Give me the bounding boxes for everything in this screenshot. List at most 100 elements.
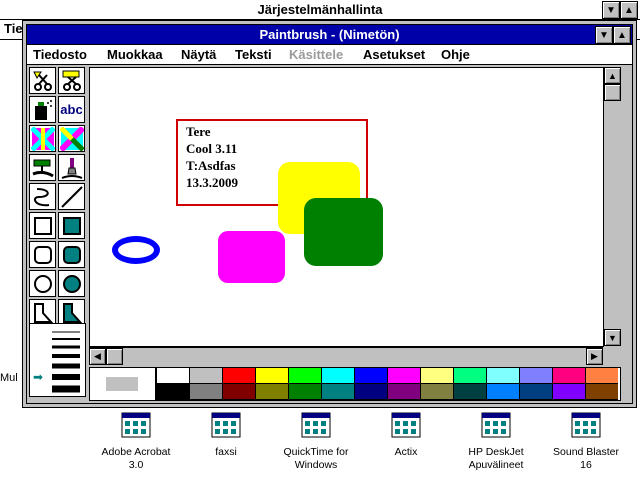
- scroll-right-button[interactable]: ▶: [586, 348, 603, 365]
- arrow-up-icon: ▲: [608, 70, 617, 81]
- color-swatch[interactable]: [321, 384, 354, 400]
- color-swatch[interactable]: [486, 384, 519, 400]
- scroll-left-button[interactable]: ◀: [89, 348, 106, 365]
- background-window-title-text: Järjestelmänhallinta: [257, 2, 383, 17]
- program-group-icon-actix[interactable]: Actix: [366, 412, 446, 459]
- foreground-background-sample: [106, 377, 138, 391]
- canvas-text: Tere Cool 3.11 T:Asdfas 13.3.2009: [186, 123, 238, 191]
- tool-circle[interactable]: [29, 270, 56, 297]
- tool-paint-roller[interactable]: [29, 154, 56, 181]
- color-swatch[interactable]: [585, 384, 618, 400]
- menu-tiedosto[interactable]: Tiedosto: [33, 46, 87, 64]
- tool-scissors[interactable]: [29, 67, 56, 94]
- program-group-icon-sound-blaster[interactable]: Sound Blaster 16: [546, 412, 626, 472]
- background-window-title: Järjestelmänhallinta: [0, 0, 640, 20]
- paintbrush-title-bar[interactable]: Paintbrush - (Nimetön): [27, 25, 632, 45]
- color-swatch[interactable]: [255, 384, 288, 400]
- horizontal-scrollbar[interactable]: ◀ ▶: [89, 347, 603, 365]
- color-swatch[interactable]: [420, 384, 453, 400]
- scroll-corner: [603, 347, 621, 365]
- tool-curve[interactable]: [29, 183, 56, 210]
- menu-asetukset[interactable]: Asetukset: [363, 46, 425, 64]
- drawing-canvas[interactable]: Tere Cool 3.11 T:Asdfas 13.3.2009: [89, 67, 621, 347]
- tool-filled-rounded-box[interactable]: [58, 241, 85, 268]
- color-swatch[interactable]: [552, 368, 585, 384]
- color-swatch[interactable]: [222, 384, 255, 400]
- color-swatch[interactable]: [486, 368, 519, 384]
- color-swatch[interactable]: [222, 368, 255, 384]
- color-swatch[interactable]: [519, 368, 552, 384]
- current-color-indicator: [90, 368, 156, 400]
- color-swatch[interactable]: [420, 368, 453, 384]
- color-swatch[interactable]: [453, 384, 486, 400]
- toolbox: abc: [29, 67, 86, 326]
- selected-width-arrow-icon: ➡: [33, 370, 44, 384]
- tool-filled-polygon[interactable]: [58, 299, 85, 326]
- icon-label: QuickTime for: [283, 446, 349, 458]
- line-width-options: [52, 331, 80, 393]
- color-swatch[interactable]: [387, 368, 420, 384]
- color-swatch[interactable]: [387, 384, 420, 400]
- magenta-rounded-rect: [218, 231, 285, 283]
- background-minimize-button[interactable]: ▼: [602, 1, 620, 19]
- program-group-icon: [211, 412, 241, 438]
- filled-rounded-box-icon: [62, 245, 81, 264]
- arrow-down-icon: ▼: [608, 332, 617, 343]
- color-swatch[interactable]: [552, 384, 585, 400]
- horizontal-scroll-thumb[interactable]: [106, 348, 123, 365]
- menu-ohje[interactable]: Ohje: [441, 46, 470, 64]
- arrow-left-icon: ◀: [94, 351, 101, 361]
- minimize-button[interactable]: ▼: [595, 26, 613, 44]
- program-group-icon-acrobat[interactable]: Adobe Acrobat 3.0: [96, 412, 176, 472]
- color-swatch[interactable]: [354, 368, 387, 384]
- menu-muokkaa[interactable]: Muokkaa: [107, 46, 163, 64]
- maximize-button[interactable]: ▲: [613, 26, 631, 44]
- tool-line[interactable]: [58, 183, 85, 210]
- color-swatch[interactable]: [519, 384, 552, 400]
- color-swatch[interactable]: [255, 368, 288, 384]
- color-swatch[interactable]: [288, 384, 321, 400]
- arrow-right-icon: ▶: [591, 351, 598, 361]
- background-maximize-button[interactable]: ▲: [620, 1, 638, 19]
- tool-filled-box[interactable]: [58, 212, 85, 239]
- icon-label: faxsi: [215, 446, 237, 458]
- menu-nayta[interactable]: Näytä: [181, 46, 216, 64]
- color-swatch[interactable]: [156, 384, 189, 400]
- tool-pick-scissors[interactable]: [58, 67, 85, 94]
- scroll-down-button[interactable]: ▼: [604, 329, 621, 346]
- color-swatch[interactable]: [321, 368, 354, 384]
- polygon-icon: [33, 302, 53, 323]
- background-menu-fragment[interactable]: Tie: [4, 20, 23, 38]
- program-group-icon-hp-deskjet[interactable]: HP DeskJet Apuvälineet: [456, 412, 536, 472]
- vertical-scrollbar[interactable]: ▲ ▼: [603, 67, 621, 347]
- color-swatch[interactable]: [354, 384, 387, 400]
- line-width-selector[interactable]: ➡: [29, 323, 86, 397]
- text-line-2: Cool 3.11: [186, 141, 238, 156]
- tool-rounded-box[interactable]: [29, 241, 56, 268]
- color-swatch[interactable]: [585, 368, 618, 384]
- tool-brush[interactable]: [58, 154, 85, 181]
- tool-box[interactable]: [29, 212, 56, 239]
- curve-icon: [33, 187, 49, 206]
- icon-label-line2: 3.0: [128, 459, 144, 471]
- program-group-icon-quicktime[interactable]: QuickTime for Windows: [276, 412, 356, 472]
- menu-teksti[interactable]: Teksti: [235, 46, 272, 64]
- tool-polygon[interactable]: [29, 299, 56, 326]
- color-swatch[interactable]: [189, 368, 222, 384]
- text-line-3: T:Asdfas: [186, 158, 236, 173]
- tool-airbrush[interactable]: [29, 96, 56, 123]
- color-swatch[interactable]: [189, 384, 222, 400]
- vertical-scroll-thumb[interactable]: [604, 84, 621, 101]
- tool-color-eraser[interactable]: [29, 125, 56, 152]
- color-palette: [89, 367, 621, 401]
- tool-text[interactable]: abc: [58, 96, 85, 123]
- tool-eraser[interactable]: [58, 125, 85, 152]
- program-group-icon-faxsi[interactable]: faxsi: [186, 412, 266, 459]
- color-swatch[interactable]: [156, 368, 189, 384]
- icon-label: Actix: [394, 446, 418, 458]
- tool-filled-circle[interactable]: [58, 270, 85, 297]
- color-swatch[interactable]: [288, 368, 321, 384]
- scroll-up-button[interactable]: ▲: [604, 67, 621, 84]
- color-swatch[interactable]: [453, 368, 486, 384]
- color-eraser-icon: [30, 126, 55, 151]
